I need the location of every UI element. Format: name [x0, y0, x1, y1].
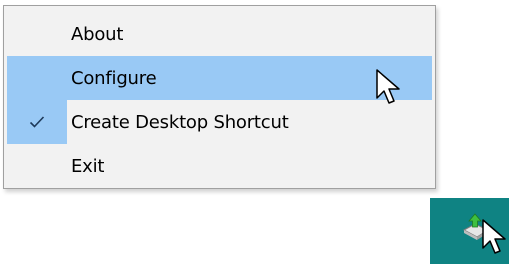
menu-item-label: About — [71, 23, 124, 45]
menu-item-about[interactable]: About — [7, 12, 432, 56]
menu-check-column — [7, 144, 67, 188]
screen: About Configure Create Desktop Shortcut … — [0, 0, 509, 264]
tray-context-menu: About Configure Create Desktop Shortcut … — [3, 5, 436, 189]
menu-check-column — [7, 56, 67, 100]
menu-check-column — [7, 100, 67, 144]
mouse-pointer-icon — [375, 68, 401, 108]
menu-item-label: Configure — [71, 67, 157, 89]
menu-item-configure[interactable]: Configure — [7, 56, 432, 100]
menu-item-create-desktop-shortcut[interactable]: Create Desktop Shortcut — [7, 100, 432, 144]
menu-item-exit[interactable]: Exit — [7, 144, 432, 188]
menu-check-column — [7, 12, 67, 56]
checkmark-icon — [29, 115, 45, 129]
menu-item-label: Create Desktop Shortcut — [71, 111, 289, 133]
menu-item-label: Exit — [71, 155, 105, 177]
taskbar-tray-area — [430, 198, 509, 264]
mouse-pointer-icon — [481, 218, 507, 258]
